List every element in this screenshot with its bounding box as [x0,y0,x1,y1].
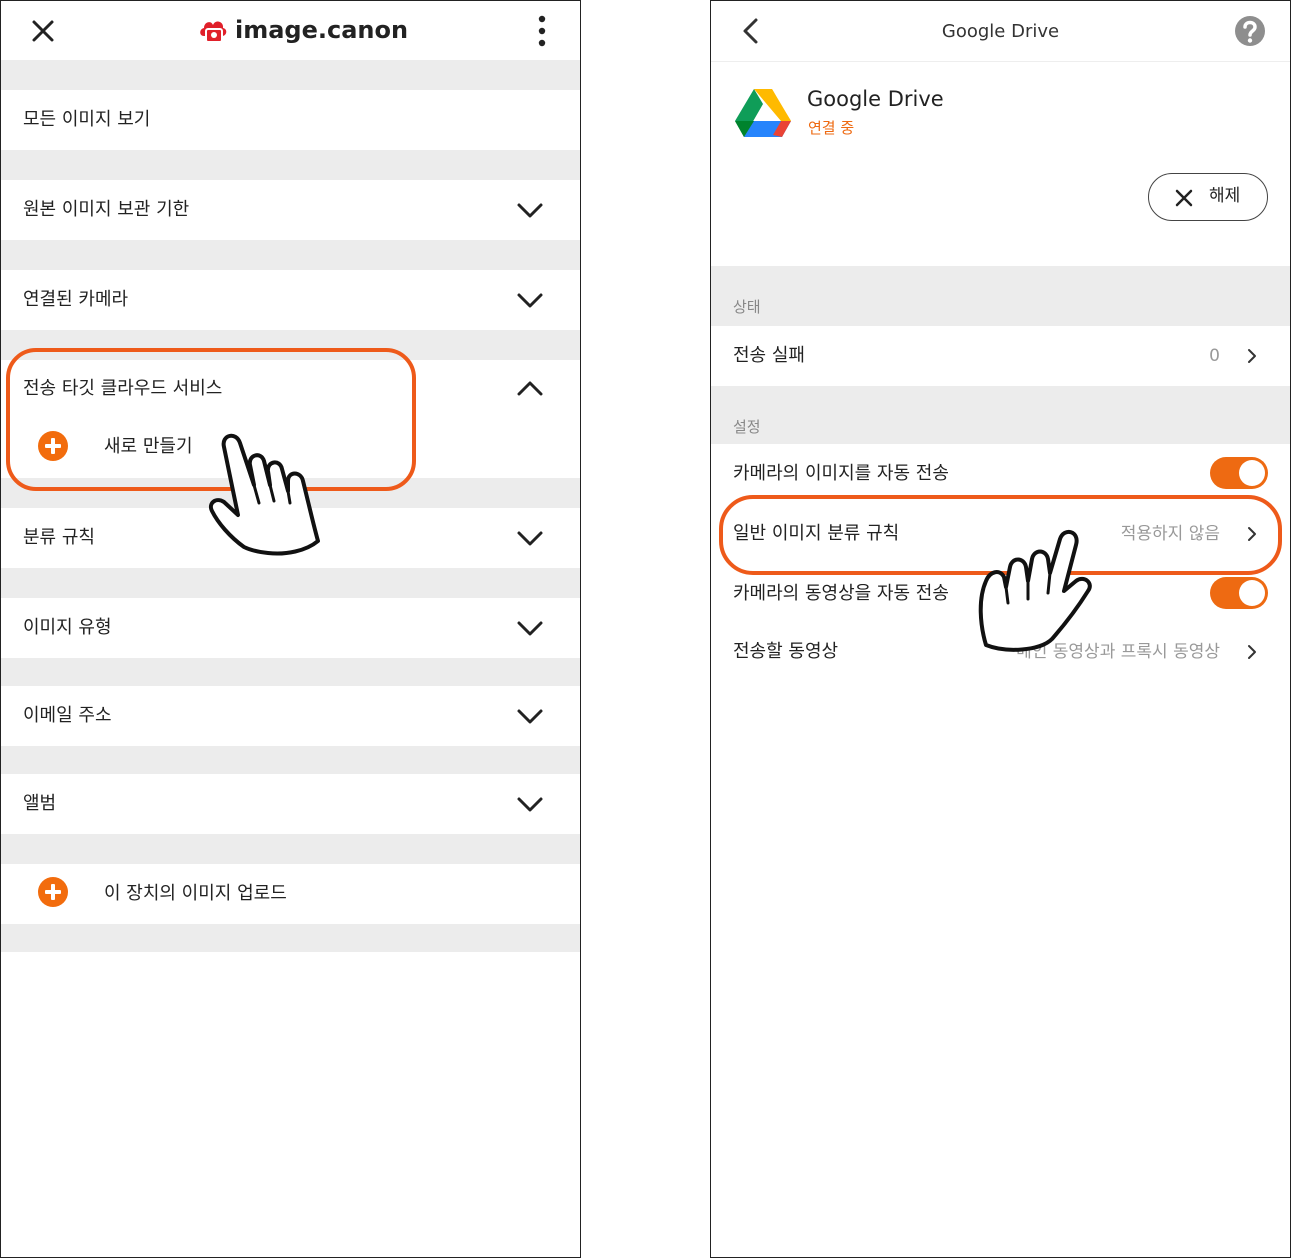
close-icon [1175,189,1193,207]
chevron-up-icon [517,381,543,396]
section-gap [1,834,580,864]
pointing-hand-icon [978,529,1092,652]
menu-label: 이미지 유형 [23,617,112,638]
page-title: Google Drive [941,21,1060,42]
auto-transfer-images-toggle[interactable] [1210,457,1268,489]
section-title: 상태 [733,298,761,316]
chevron-down-icon [517,203,543,218]
chevron-right-icon [1248,349,1256,363]
section-gap [1,240,580,270]
top-bar: image.canon [1,1,580,59]
menu-album[interactable]: 앨범 [1,774,580,834]
menu-connected-camera[interactable]: 연결된 카메라 [1,270,580,330]
menu-all-images[interactable]: 모든 이미지 보기 [1,90,580,150]
cloud-camera-logo-icon [200,21,227,43]
header-bar: Google Drive [711,1,1290,62]
chevron-down-icon [517,621,543,636]
menu-label: 모든 이미지 보기 [23,109,151,130]
menu-label: 이메일 주소 [23,705,112,726]
row-label: 전송할 동영상 [733,641,839,662]
chevron-right-icon [1248,645,1256,659]
auto-transfer-videos-toggle[interactable] [1210,577,1268,609]
help-icon[interactable] [1234,15,1266,47]
chevron-down-icon [517,293,543,308]
settings-section-header: 설정 [711,386,1290,444]
menu-label: 원본 이미지 보관 기한 [23,199,190,220]
section-gap [1,924,580,952]
google-drive-settings-panel: Google Drive Google Drive 연결 중 해제 상태 전송 … [710,0,1291,1258]
menu-email-address[interactable]: 이메일 주소 [1,686,580,746]
section-gap [1,568,580,598]
section-title: 설정 [733,418,761,436]
status-section-header: 상태 [711,266,1290,326]
section-gap [1,60,580,90]
close-icon[interactable] [31,19,55,43]
section-gap [1,150,580,180]
upload-device-images-button[interactable]: 이 장치의 이미지 업로드 [1,864,580,924]
chevron-down-icon [517,531,543,546]
service-name: Google Drive [807,87,944,111]
section-gap [1,746,580,776]
menu-label: 분류 규칙 [23,527,95,548]
chevron-down-icon [517,797,543,812]
menu-label: 연결된 카메라 [23,289,129,310]
menu-image-type[interactable]: 이미지 유형 [1,598,580,658]
chevron-down-icon [517,709,543,724]
pointing-hand-icon [209,433,320,556]
brand-logo: image.canon [197,13,408,47]
transfer-failed-row[interactable]: 전송 실패 0 [711,326,1290,386]
upload-label: 이 장치의 이미지 업로드 [104,883,287,904]
add-icon [38,877,68,907]
section-gap [1,658,580,688]
disconnect-label: 해제 [1209,186,1241,206]
image-canon-settings-panel: image.canon 모든 이미지 보기 원본 이미지 보관 기한 연결된 카… [0,0,581,1258]
menu-label: 앨범 [23,793,57,814]
row-label: 전송 실패 [733,345,805,366]
brand-name: image.canon [235,16,409,44]
disconnect-button[interactable]: 해제 [1148,173,1268,221]
failed-count: 0 [1209,346,1220,366]
more-options-icon[interactable] [533,15,551,47]
menu-original-retention[interactable]: 원본 이미지 보관 기한 [1,180,580,240]
connection-status: 연결 중 [808,119,855,137]
google-drive-logo-icon [735,89,791,137]
service-card: Google Drive 연결 중 해제 [711,63,1290,265]
